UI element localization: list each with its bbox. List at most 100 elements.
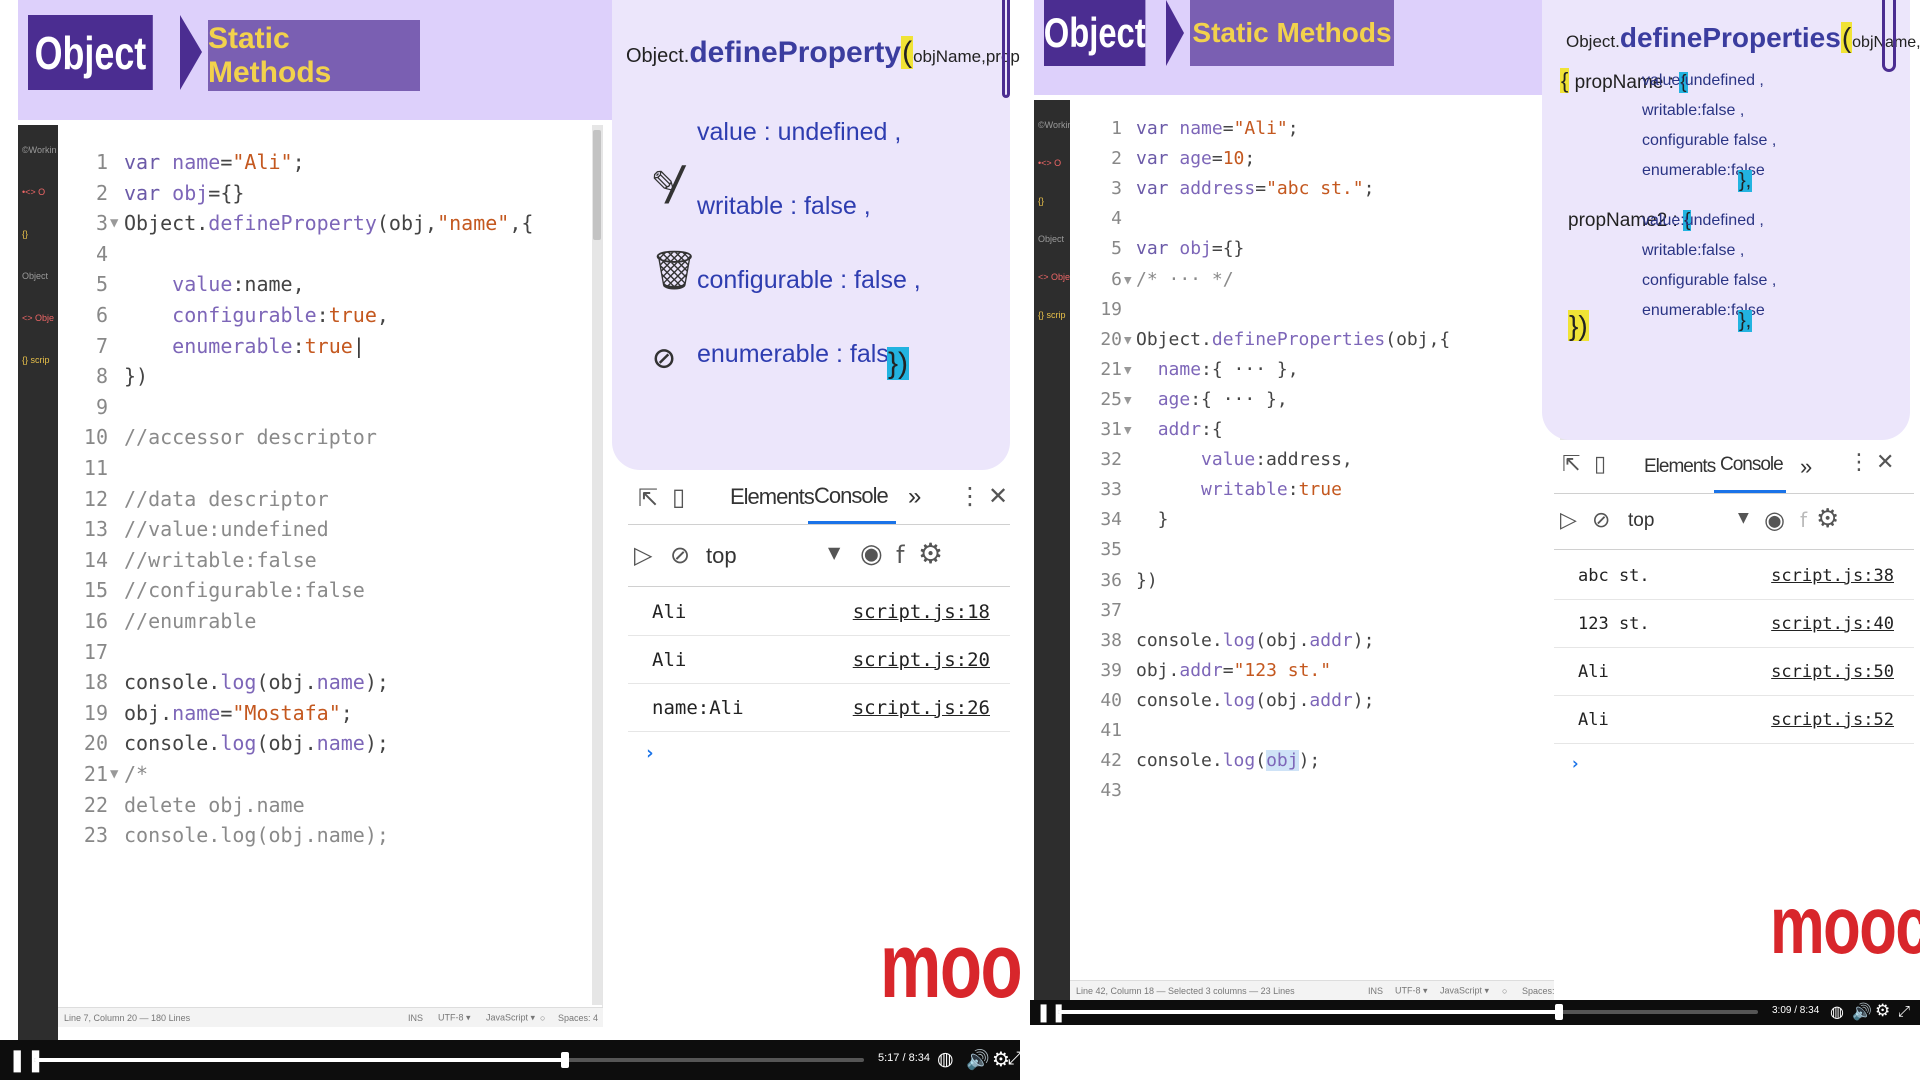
sidebar-toggle-icon[interactable]: ▷ [634, 541, 652, 569]
code-line[interactable]: 4 [58, 239, 602, 270]
code-line[interactable]: 12 //data descriptor [58, 484, 602, 515]
code-line[interactable]: 40 console.log(obj.addr); [1070, 686, 1569, 716]
fullscreen-icon[interactable]: ⤢ [1898, 1002, 1910, 1020]
code-line[interactable]: 41 [1070, 716, 1569, 746]
code-line[interactable]: 10 //accessor descriptor [58, 422, 602, 453]
code-line[interactable]: 9 [58, 392, 602, 423]
filter-input[interactable]: f [896, 541, 904, 569]
chevron-down-icon[interactable]: ▼ [1738, 510, 1749, 526]
device-icon[interactable]: ▯ [672, 483, 685, 511]
status-language[interactable]: JavaScript ▾ [486, 1012, 535, 1023]
context-select[interactable]: top [706, 543, 737, 569]
code-line[interactable]: 1 var name="Ali"; [58, 147, 602, 178]
clear-console-icon[interactable]: ⊘ [1592, 508, 1610, 533]
tab-more[interactable]: » [908, 470, 921, 524]
tab-elements[interactable]: Elements [1644, 440, 1716, 493]
fold-arrow-icon[interactable]: ▼ [1124, 415, 1132, 445]
settings-icon[interactable]: ⚙ [1875, 1001, 1890, 1021]
seek-bar[interactable] [1058, 1010, 1758, 1014]
code-editor[interactable]: 1 var name="Ali"; 2 var obj={} 3 ▼ Object.defi… [58, 125, 603, 1025]
strip-item[interactable]: Object [22, 271, 48, 281]
code-line[interactable]: 5 var obj={} [1070, 234, 1569, 264]
console-prompt[interactable]: › [644, 742, 655, 764]
code-line[interactable]: 19 [1070, 295, 1569, 325]
inspect-icon[interactable]: ⇱ [638, 484, 658, 512]
code-line[interactable]: 20 ▼ Object.defineProperties(obj,{ [1070, 325, 1569, 355]
code-line[interactable]: 4 [1070, 204, 1569, 234]
code-line[interactable]: 2 var obj={} [58, 178, 602, 209]
code-line[interactable]: 17 [58, 637, 602, 668]
console-source-link[interactable]: script.js:18 [853, 601, 990, 623]
strip-item[interactable]: ©Workin [22, 145, 56, 155]
code-line[interactable]: 31 ▼ addr:{ [1070, 415, 1569, 445]
status-encoding[interactable]: UTF-8 ▾ [438, 1012, 471, 1023]
context-select[interactable]: top [1628, 510, 1654, 532]
tab-console[interactable]: Console [808, 470, 896, 524]
filter-input[interactable]: f [1800, 508, 1807, 532]
strip-item[interactable]: {} [22, 229, 28, 239]
chevron-down-icon[interactable]: ▼ [828, 543, 840, 562]
settings-gear-icon[interactable]: ⚙ [1816, 504, 1839, 534]
device-icon[interactable]: ▯ [1594, 452, 1606, 477]
sidebar-toggle-icon[interactable]: ▷ [1560, 508, 1577, 533]
code-line[interactable]: 39 obj.addr="123 st." [1070, 656, 1569, 686]
code-line[interactable]: 25 ▼ age:{ ··· }, [1070, 385, 1569, 415]
fullscreen-icon[interactable]: ⤢ [1008, 1048, 1020, 1069]
strip-item[interactable]: {} scrip [1038, 310, 1066, 320]
code-line[interactable]: 15 //configurable:false [58, 575, 602, 606]
code-line[interactable]: 2 var age=10; [1070, 144, 1569, 174]
code-line[interactable]: 21 ▼/* [58, 759, 602, 790]
code-line[interactable]: 7 enumerable:true| [58, 331, 602, 362]
code-line[interactable]: 6 ▼/* ··· */ [1070, 265, 1569, 295]
strip-item[interactable]: <> Obje [22, 313, 54, 323]
status-language[interactable]: JavaScript ▾ [1440, 985, 1489, 996]
volume-icon[interactable]: 🔊 [966, 1048, 990, 1071]
console-source-link[interactable]: script.js:20 [853, 649, 990, 671]
eye-icon[interactable]: ◉ [860, 539, 883, 569]
code-line[interactable]: 5 value:name, [58, 269, 602, 300]
code-line[interactable]: 43 [1070, 776, 1569, 806]
code-line[interactable]: 23 console.log(obj.name); [58, 820, 602, 851]
strip-item[interactable]: {} [1038, 196, 1044, 206]
kebab-menu-icon[interactable]: ⋮ [958, 482, 982, 510]
code-line[interactable]: 13 //value:undefined [58, 514, 602, 545]
status-ins[interactable]: INS [408, 1013, 423, 1023]
code-line[interactable]: 34 } [1070, 505, 1569, 535]
code-line[interactable]: 22 delete obj.name [58, 790, 602, 821]
clear-console-icon[interactable]: ⊘ [670, 541, 690, 569]
code-line[interactable]: 20 console.log(obj.name); [58, 728, 602, 759]
strip-item[interactable]: Object [1038, 234, 1064, 244]
eye-icon[interactable]: ◉ [1764, 506, 1785, 534]
fold-arrow-icon[interactable]: ▼ [1124, 385, 1132, 415]
tab-more[interactable]: » [1800, 440, 1812, 493]
code-line[interactable]: 18 console.log(obj.name); [58, 667, 602, 698]
status-ins[interactable]: INS [1368, 986, 1383, 996]
fold-arrow-icon[interactable]: ▼ [1124, 325, 1132, 355]
strip-item[interactable]: •<> O [1038, 158, 1061, 168]
console-source-link[interactable]: script.js:40 [1771, 614, 1894, 634]
close-icon[interactable]: ✕ [988, 482, 1008, 510]
tab-console[interactable]: Console [1714, 440, 1786, 493]
code-line[interactable]: 42 console.log(obj); [1070, 746, 1569, 776]
code-line[interactable]: 3 ▼ Object.defineProperty(obj,"name",{ [58, 208, 602, 239]
inspect-icon[interactable]: ⇱ [1562, 452, 1580, 477]
code-line[interactable]: 36}) [1070, 566, 1569, 596]
code-line[interactable]: 6 configurable:true, [58, 300, 602, 331]
code-line[interactable]: 1 var name="Ali"; [1070, 114, 1569, 144]
close-icon[interactable]: ✕ [1876, 450, 1894, 475]
fold-arrow-icon[interactable]: ▼ [1124, 265, 1132, 295]
code-line[interactable]: 33 writable:true [1070, 475, 1569, 505]
fold-arrow-icon[interactable]: ▼ [1124, 355, 1132, 385]
console-source-link[interactable]: script.js:26 [853, 697, 990, 719]
code-editor[interactable]: 1 var name="Ali"; 2 var age=10; 3 var address… [1070, 100, 1570, 990]
fold-arrow-icon[interactable]: ▼ [110, 208, 118, 239]
code-line[interactable]: 21 ▼ name:{ ··· }, [1070, 355, 1569, 385]
code-line[interactable]: 8}) [58, 361, 602, 392]
code-line[interactable]: 38 console.log(obj.addr); [1070, 626, 1569, 656]
settings-gear-icon[interactable]: ⚙ [918, 537, 943, 570]
volume-icon[interactable]: 🔊 [1852, 1002, 1872, 1021]
cc-icon[interactable]: ◍ [1830, 1002, 1844, 1021]
code-line[interactable]: 32 value:address, [1070, 445, 1569, 475]
code-line[interactable]: 19 obj.name="Mostafa"; [58, 698, 602, 729]
editor-scrollbar[interactable] [592, 125, 602, 1005]
